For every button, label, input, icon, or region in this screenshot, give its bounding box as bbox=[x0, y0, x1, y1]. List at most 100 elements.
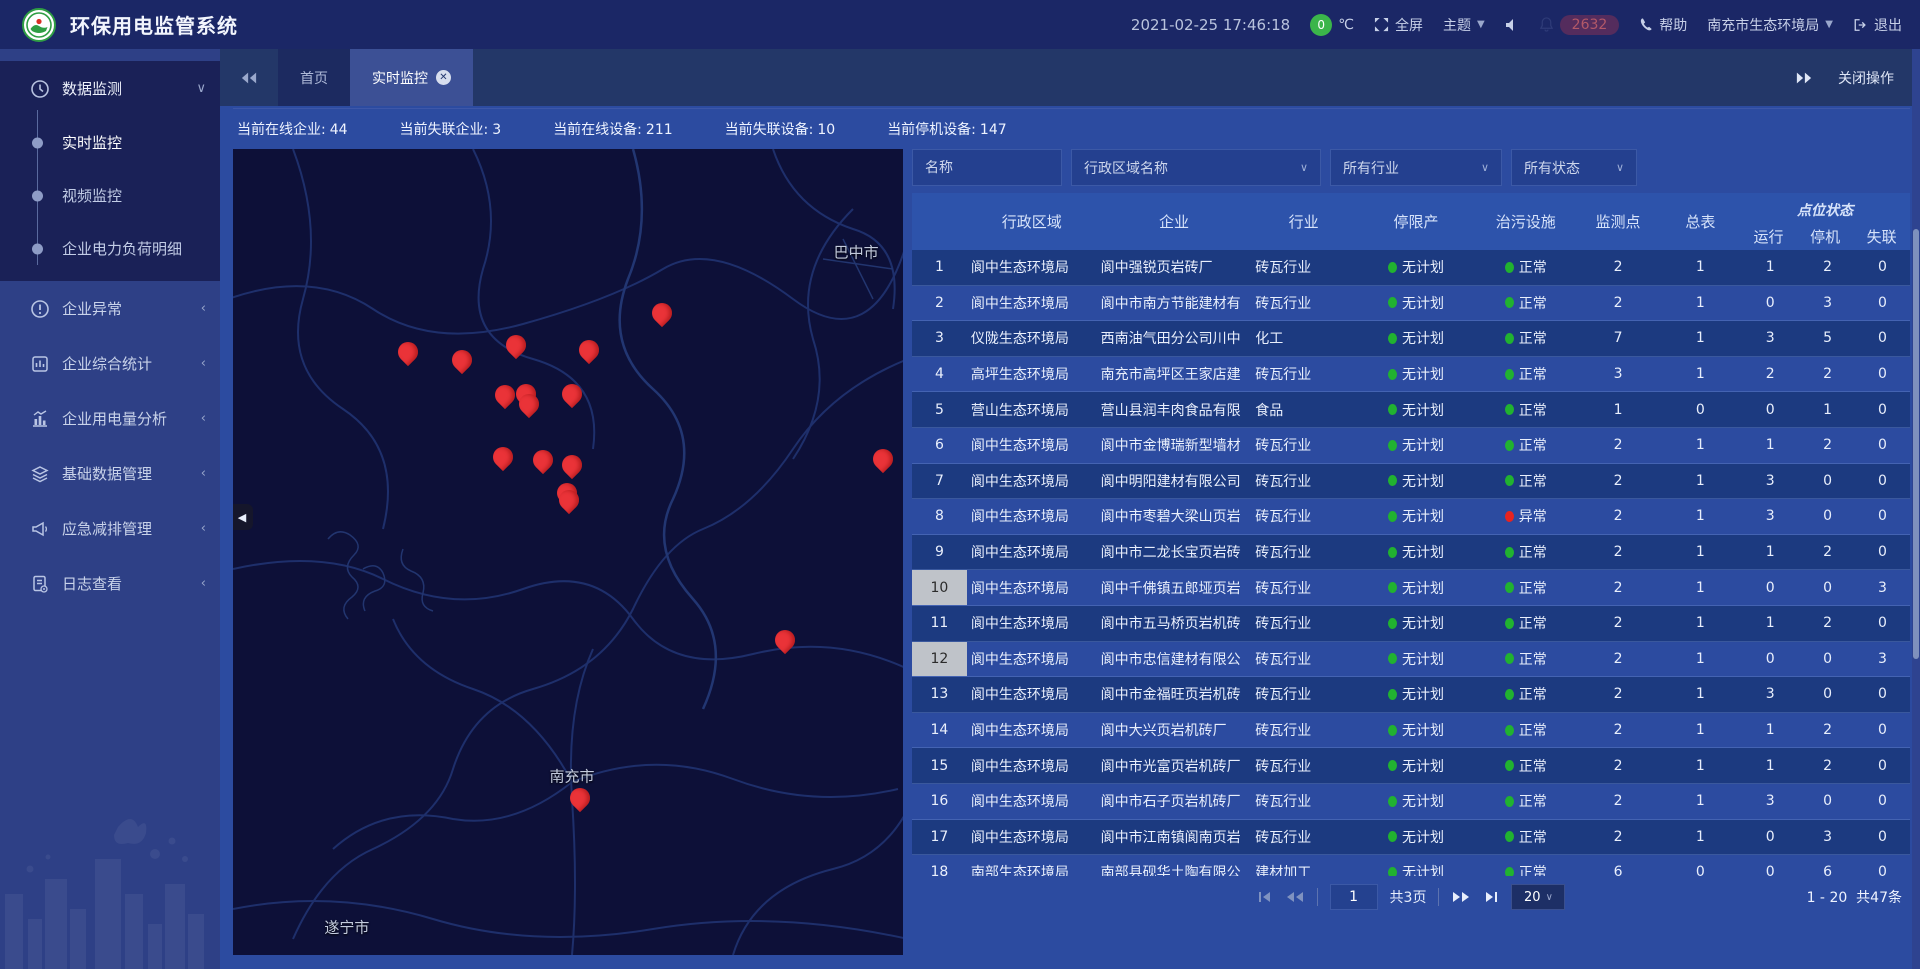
cell-running-count: 0 bbox=[1740, 295, 1800, 311]
cell-industry: 砖瓦行业 bbox=[1251, 506, 1356, 526]
cell-region: 南部生态环境局 bbox=[967, 862, 1097, 876]
cell-index: 4 bbox=[912, 357, 967, 392]
table-row[interactable]: 4高坪生态环境局南充市高坪区王家店建砖瓦行业无计划正常31220 bbox=[912, 357, 1910, 393]
bell-icon bbox=[1539, 17, 1554, 32]
double-right-arrow-icon[interactable] bbox=[1796, 71, 1812, 85]
sidebar-item-基础数据管理[interactable]: 基础数据管理‹ bbox=[0, 446, 220, 501]
table-row[interactable]: 6阆中生态环境局阆中市金博瑞新型墙材砖瓦行业无计划正常21120 bbox=[912, 428, 1910, 464]
theme-dropdown[interactable]: 主题▼ bbox=[1443, 15, 1485, 35]
status-counter: 当前停机设备:147 bbox=[887, 119, 1006, 139]
region-filter-select[interactable]: 行政区域名称 ∨ bbox=[1071, 149, 1321, 186]
cell-facility-status: 异常 bbox=[1476, 506, 1576, 526]
cell-company: 南充市高坪区王家店建 bbox=[1097, 364, 1252, 384]
table-row[interactable]: 17阆中生态环境局阆中市江南镇阆南页岩砖瓦行业无计划正常21030 bbox=[912, 820, 1910, 856]
chevron-down-icon: ∨ bbox=[1602, 161, 1624, 174]
status-dot-green bbox=[1388, 511, 1397, 522]
cell-industry: 砖瓦行业 bbox=[1251, 293, 1356, 313]
cell-limit-status: 无计划 bbox=[1356, 756, 1476, 776]
chevron-down-icon: ∨ bbox=[1286, 161, 1308, 174]
sidebar-item-应急减排管理[interactable]: 应急减排管理‹ bbox=[0, 501, 220, 556]
cell-industry: 砖瓦行业 bbox=[1251, 471, 1356, 491]
status-dot-green bbox=[1505, 618, 1514, 629]
status-dot-green bbox=[1388, 618, 1397, 629]
tab-realtime-monitor[interactable]: 实时监控 ✕ bbox=[350, 49, 473, 106]
cell-stopped-count: 2 bbox=[1800, 758, 1855, 774]
notification-count-badge: 2632 bbox=[1560, 15, 1620, 35]
status-dot-green bbox=[1388, 475, 1397, 486]
table-row[interactable]: 3仪陇生态环境局西南油气田分公司川中化工无计划正常71350 bbox=[912, 321, 1910, 357]
last-page-button[interactable] bbox=[1483, 890, 1499, 904]
mute-button[interactable] bbox=[1505, 18, 1519, 32]
status-dot-green bbox=[1388, 297, 1397, 308]
sidebar-item-日志查看[interactable]: 日志查看‹ bbox=[0, 556, 220, 611]
cell-stopped-count: 0 bbox=[1800, 651, 1855, 667]
page-scrollbar[interactable] bbox=[1912, 49, 1920, 969]
cell-running-count: 1 bbox=[1740, 437, 1800, 453]
sidebar-subitem-视频监控[interactable]: 视频监控 bbox=[0, 169, 220, 222]
table-row[interactable]: 5营山生态环境局营山县润丰肉食品有限食品无计划正常10010 bbox=[912, 392, 1910, 428]
scrollbar-thumb[interactable] bbox=[1913, 229, 1919, 659]
table-row[interactable]: 10阆中生态环境局阆中千佛镇五郎垭页岩砖瓦行业无计划正常21003 bbox=[912, 570, 1910, 606]
fullscreen-button[interactable]: 全屏 bbox=[1374, 15, 1423, 35]
cell-lost-count: 0 bbox=[1855, 508, 1910, 524]
cell-limit-status: 无计划 bbox=[1356, 364, 1476, 384]
cell-facility-status: 正常 bbox=[1476, 720, 1576, 740]
table-row[interactable]: 13阆中生态环境局阆中市金福旺页岩机砖砖瓦行业无计划正常21300 bbox=[912, 677, 1910, 713]
table-row[interactable]: 12阆中生态环境局阆中市忠信建材有限公砖瓦行业无计划正常21003 bbox=[912, 642, 1910, 678]
help-button[interactable]: 帮助 bbox=[1639, 15, 1687, 35]
tab-home[interactable]: 首页 bbox=[278, 49, 350, 106]
cell-limit-status: 无计划 bbox=[1356, 578, 1476, 598]
cell-monitor-count: 2 bbox=[1576, 829, 1661, 845]
cell-region: 阆中生态环境局 bbox=[967, 293, 1097, 313]
table-row[interactable]: 15阆中生态环境局阆中市光富页岩机砖厂砖瓦行业无计划正常21120 bbox=[912, 748, 1910, 784]
content-area: 当前在线企业:44当前失联企业:3当前在线设备:211当前失联设备:10当前停机… bbox=[220, 108, 1920, 969]
sidebar-subitem-实时监控[interactable]: 实时监控 bbox=[0, 116, 220, 169]
logout-button[interactable]: 退出 bbox=[1853, 15, 1902, 35]
speaker-icon bbox=[1505, 18, 1519, 32]
cell-limit-status: 无计划 bbox=[1356, 506, 1476, 526]
table-row[interactable]: 1阆中生态环境局阆中强锐页岩砖厂砖瓦行业无计划正常21120 bbox=[912, 250, 1910, 286]
cell-lost-count: 0 bbox=[1855, 295, 1910, 311]
tab-close-icon[interactable]: ✕ bbox=[436, 70, 451, 85]
table-row[interactable]: 9阆中生态环境局阆中市二龙长宝页岩砖砖瓦行业无计划正常21120 bbox=[912, 535, 1910, 571]
table-row[interactable]: 18南部生态环境局南部县砚华土陶有限公建材加工无计划正常60060 bbox=[912, 855, 1910, 876]
cell-industry: 砖瓦行业 bbox=[1251, 435, 1356, 455]
name-filter-field[interactable] bbox=[912, 149, 1062, 186]
sidebar-item-企业综合统计[interactable]: 企业综合统计‹ bbox=[0, 336, 220, 391]
cell-limit-status: 无计划 bbox=[1356, 720, 1476, 740]
table-row[interactable]: 16阆中生态环境局阆中市石子页岩机砖厂砖瓦行业无计划正常21300 bbox=[912, 784, 1910, 820]
org-dropdown[interactable]: 南充市生态环境局▼ bbox=[1707, 15, 1833, 35]
cell-limit-status: 无计划 bbox=[1356, 649, 1476, 669]
page-number-input[interactable] bbox=[1330, 884, 1378, 910]
close-operations-button[interactable]: 关闭操作 bbox=[1838, 68, 1894, 88]
app-header: 环保用电监管系统 2021-02-25 17:46:18 0 ℃ 全屏 主题▼ bbox=[0, 0, 1920, 49]
column-group-point-status: 点位状态 运行 停机 失联 bbox=[1740, 193, 1910, 250]
cell-region: 阆中生态环境局 bbox=[967, 684, 1097, 704]
industry-filter-select[interactable]: 所有行业 ∨ bbox=[1330, 149, 1502, 186]
cell-stopped-count: 2 bbox=[1800, 722, 1855, 738]
page-size-select[interactable]: 20 ∨ bbox=[1511, 884, 1565, 910]
pagination-bar: 共3页 20 ∨ 1 - 20 共47条 bbox=[912, 877, 1910, 917]
first-page-button[interactable] bbox=[1257, 890, 1273, 904]
map[interactable]: 巴中市南充市遂宁市 ◀ bbox=[233, 149, 903, 955]
table-row[interactable]: 14阆中生态环境局阆中大兴页岩机砖厂砖瓦行业无计划正常21120 bbox=[912, 713, 1910, 749]
tabs-scroll-left-button[interactable] bbox=[220, 49, 278, 106]
sidebar-item-数据监测[interactable]: 数据监测∨ bbox=[0, 61, 220, 116]
table-row[interactable]: 11阆中生态环境局阆中市五马桥页岩机砖砖瓦行业无计划正常21120 bbox=[912, 606, 1910, 642]
sidebar-item-企业用电量分析[interactable]: 企业用电量分析‹ bbox=[0, 391, 220, 446]
sidebar-item-企业异常[interactable]: 企业异常‹ bbox=[0, 281, 220, 336]
status-filter-select[interactable]: 所有状态 ∨ bbox=[1511, 149, 1637, 186]
map-collapse-button[interactable]: ◀ bbox=[233, 504, 253, 530]
sidebar-subitem-企业电力负荷明细[interactable]: 企业电力负荷明细 bbox=[0, 222, 220, 275]
cell-meter-count: 1 bbox=[1660, 615, 1740, 631]
prev-page-button[interactable] bbox=[1285, 890, 1305, 904]
cell-monitor-count: 2 bbox=[1576, 722, 1661, 738]
next-page-button[interactable] bbox=[1451, 890, 1471, 904]
table-row[interactable]: 8阆中生态环境局阆中市枣碧大梁山页岩砖瓦行业无计划异常21300 bbox=[912, 499, 1910, 535]
sidebar-group-2: 企业综合统计‹ bbox=[0, 336, 220, 391]
table-row[interactable]: 7阆中生态环境局阆中明阳建材有限公司砖瓦行业无计划正常21300 bbox=[912, 464, 1910, 500]
cell-limit-status: 无计划 bbox=[1356, 862, 1476, 876]
notifications-button[interactable]: 2632 bbox=[1539, 15, 1620, 35]
table-row[interactable]: 2阆中生态环境局阆中市南方节能建材有砖瓦行业无计划正常21030 bbox=[912, 286, 1910, 322]
name-filter-input[interactable] bbox=[925, 160, 1049, 176]
